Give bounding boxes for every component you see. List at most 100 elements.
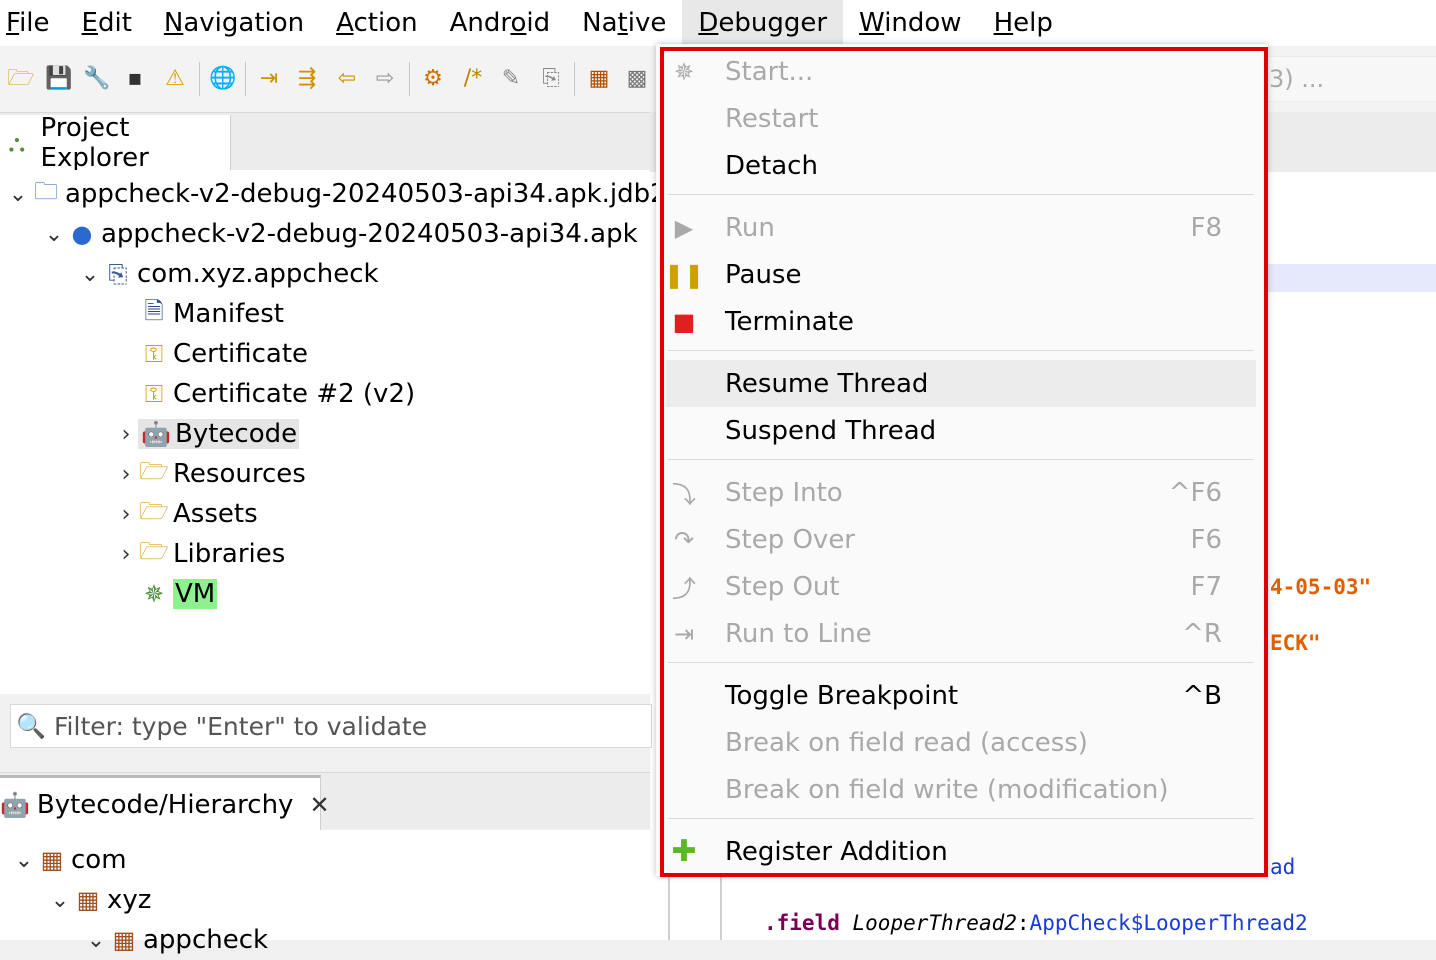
gears-icon[interactable]: ⚙ bbox=[418, 64, 448, 94]
tree-item-label: appcheck-v2-debug-20240503-api34.apk bbox=[101, 219, 638, 249]
highlight-outline bbox=[660, 47, 1268, 877]
search-icon: 🔍 bbox=[16, 712, 46, 740]
tree-item-label: Assets bbox=[173, 499, 258, 529]
open-folder-icon[interactable]: 🗁 bbox=[6, 64, 36, 94]
close-icon[interactable]: ✕ bbox=[309, 791, 329, 819]
tree-item-label: Manifest bbox=[173, 299, 284, 329]
package-icon: ▦ bbox=[40, 846, 64, 874]
menu-window[interactable]: Window bbox=[843, 0, 978, 46]
bytecode-hierarchy-tabbar: 🤖 Bytecode/Hierarchy ✕ bbox=[0, 772, 650, 832]
code-field-name: LooperThread2 bbox=[852, 911, 1017, 935]
tree-item-label: Libraries bbox=[173, 539, 286, 569]
tree-item-label: com.xyz.appcheck bbox=[137, 259, 379, 289]
chevron-right-icon[interactable]: › bbox=[114, 462, 138, 487]
tree-item-libraries[interactable]: › 🗁 Libraries bbox=[114, 534, 286, 574]
toolbar-separator bbox=[199, 62, 200, 96]
xml-file-icon: 🗎 bbox=[144, 296, 164, 325]
tree-item-jdb2[interactable]: ⌄ 🗀 appcheck-v2-debug-20240503-api34.apk… bbox=[6, 174, 667, 214]
menu-android[interactable]: Android bbox=[434, 0, 567, 46]
android-icon: 🤖 bbox=[141, 420, 171, 448]
tree-item-assets[interactable]: › 🗁 Assets bbox=[114, 494, 258, 534]
bytecode-hierarchy-tree: ⌄ ▦ com ⌄ ▦ xyz ⌄ ▦ appcheck bbox=[0, 830, 650, 955]
tab-label: Bytecode/Hierarchy bbox=[36, 790, 294, 820]
tree-item-vm[interactable]: ✵ VM bbox=[114, 574, 218, 614]
tree-item-label: Certificate #2 (v2) bbox=[173, 379, 416, 409]
android-icon: 🤖 bbox=[0, 791, 30, 819]
toolbar-separator bbox=[245, 62, 246, 96]
tree-item-xyz[interactable]: ⌄ ▦ xyz bbox=[48, 880, 152, 920]
tree-item-label: xyz bbox=[107, 885, 152, 915]
tree-item-label: VM bbox=[173, 579, 218, 609]
menu-file[interactable]: File bbox=[0, 0, 66, 46]
tree-item-certificate[interactable]: ⚿ Certificate bbox=[114, 334, 308, 374]
key-icon: ⚿ bbox=[144, 380, 164, 408]
tree-item-label: Certificate bbox=[173, 339, 309, 369]
save-icon[interactable]: 💾 bbox=[44, 64, 74, 94]
tab-project-explorer[interactable]: ⛬ Project Explorer bbox=[0, 113, 231, 173]
apk-circle-icon: ● bbox=[71, 220, 93, 248]
tree-item-resources[interactable]: › 🗁 Resources bbox=[114, 454, 306, 494]
back-arrow-icon[interactable]: ⇦ bbox=[332, 64, 362, 94]
code-type-fragment: ad bbox=[1270, 855, 1296, 879]
comment-icon[interactable]: /* bbox=[458, 64, 488, 94]
chevron-down-icon[interactable]: ⌄ bbox=[48, 888, 72, 913]
code-string-date: 4-05-03" bbox=[1270, 575, 1372, 599]
folder-icon: 🗁 bbox=[139, 496, 169, 525]
bug-icon: ✵ bbox=[143, 580, 165, 608]
package-icon: ▦ bbox=[112, 926, 136, 954]
chevron-down-icon[interactable]: ⌄ bbox=[42, 222, 66, 247]
tree-item-manifest[interactable]: 🗎 Manifest bbox=[114, 294, 284, 334]
tab-bytecode-hierarchy[interactable]: 🤖 Bytecode/Hierarchy ✕ bbox=[0, 775, 330, 832]
tab-label: Project Explorer bbox=[40, 113, 149, 173]
menu-help[interactable]: Help bbox=[978, 0, 1069, 46]
chevron-right-icon[interactable]: › bbox=[114, 542, 138, 567]
menu-native[interactable]: Native bbox=[566, 0, 682, 46]
tree-item-com[interactable]: ⌄ ▦ com bbox=[12, 840, 127, 880]
hierarchy-icon[interactable]: ▩ bbox=[622, 64, 652, 94]
window-icon[interactable]: ▪ bbox=[120, 64, 150, 94]
chevron-down-icon[interactable]: ⌄ bbox=[78, 262, 102, 287]
tree-item-apk[interactable]: ⌄ ● appcheck-v2-debug-20240503-api34.apk bbox=[42, 214, 638, 254]
tree-item-label: com bbox=[71, 845, 127, 875]
chevron-right-icon[interactable]: › bbox=[114, 422, 138, 447]
tree-item-appcheck[interactable]: ⌄ ▦ appcheck bbox=[84, 920, 268, 960]
code-field-line: .field LooperThread2:AppCheck$LooperThre… bbox=[764, 911, 1308, 935]
project-tree-icon: ⛬ bbox=[8, 129, 26, 157]
tree-item-bytecode[interactable]: › 🤖 Bytecode bbox=[114, 414, 300, 454]
wrench-icon[interactable]: 🔧 bbox=[82, 64, 112, 94]
project-folder-icon: 🗀 bbox=[34, 176, 58, 205]
pencil-icon[interactable]: ✎ bbox=[496, 64, 526, 94]
import-icon[interactable]: ⇶ bbox=[292, 64, 322, 94]
chevron-right-icon[interactable]: › bbox=[114, 502, 138, 527]
globe-icon[interactable]: 🌐 bbox=[208, 64, 238, 94]
tree-item-package[interactable]: ⌄ ⎘ com.xyz.appcheck bbox=[78, 254, 379, 294]
menu-action[interactable]: Action bbox=[320, 0, 433, 46]
tree-item-label: Bytecode bbox=[175, 419, 298, 449]
forward-arrow-icon[interactable]: ⇨ bbox=[370, 64, 400, 94]
current-line-highlight bbox=[1262, 264, 1436, 292]
code-field-type: AppCheck$LooperThread2 bbox=[1029, 911, 1308, 935]
toolbar: 🗁 💾 🔧 ▪ ⚠ 🌐 ⇥ ⇶ ⇦ ⇨ ⚙ /* ✎ ⎘ ▦ ▩ bbox=[0, 46, 660, 112]
menubar: File Edit Navigation Action Android Nati… bbox=[0, 0, 1436, 46]
code-keyword: .field bbox=[764, 911, 840, 935]
filter-input[interactable]: 🔍 Filter: type "Enter" to validate bbox=[10, 704, 652, 748]
menu-debugger[interactable]: Debugger bbox=[682, 0, 844, 46]
tree-item-label: appcheck bbox=[143, 925, 269, 955]
jump-to-icon[interactable]: ⇥ bbox=[254, 64, 284, 94]
package-icon[interactable]: ▦ bbox=[584, 64, 614, 94]
toolbar-separator bbox=[409, 62, 410, 96]
menu-navigation[interactable]: Navigation bbox=[148, 0, 320, 46]
chevron-down-icon[interactable]: ⌄ bbox=[84, 928, 108, 953]
right-toolbar-field[interactable]: 3) ... bbox=[1262, 56, 1436, 102]
project-explorer-tree: ⌄ 🗀 appcheck-v2-debug-20240503-api34.apk… bbox=[0, 170, 667, 694]
tree-item-certificate-2[interactable]: ⚿ Certificate #2 (v2) bbox=[114, 374, 415, 414]
warning-icon[interactable]: ⚠ bbox=[160, 64, 190, 94]
tree-item-label: Resources bbox=[173, 459, 306, 489]
chevron-down-icon[interactable]: ⌄ bbox=[12, 848, 36, 873]
toolbar-separator bbox=[574, 62, 575, 96]
menu-edit[interactable]: Edit bbox=[66, 0, 148, 46]
chevron-down-icon[interactable]: ⌄ bbox=[6, 182, 30, 207]
tree-item-label: appcheck-v2-debug-20240503-api34.apk.jdb… bbox=[65, 179, 667, 209]
export-icon[interactable]: ⎘ bbox=[536, 64, 566, 94]
folder-icon: 🗁 bbox=[139, 536, 169, 565]
